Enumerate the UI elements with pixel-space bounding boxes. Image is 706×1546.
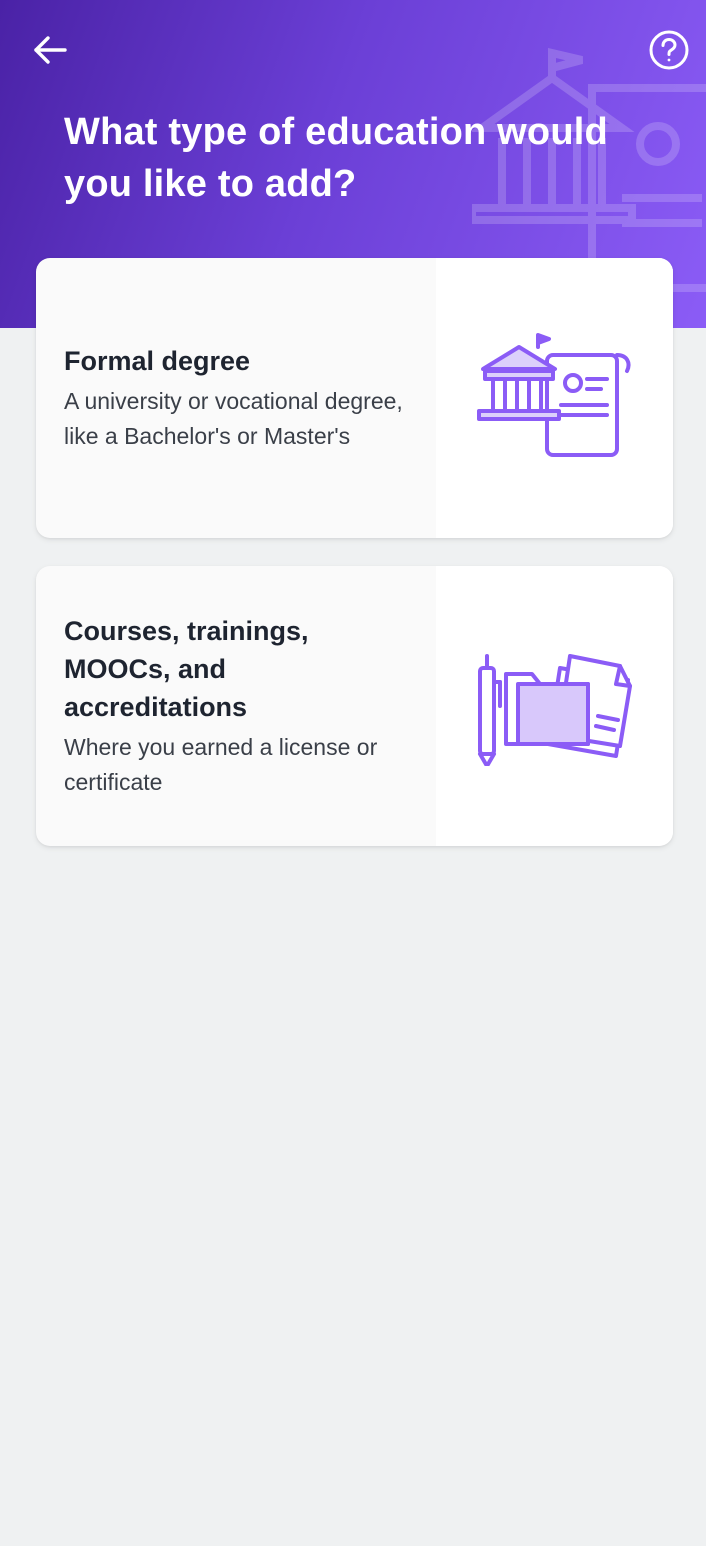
option-title: Courses, trainings, MOOCs, and accredita… xyxy=(64,616,309,722)
courses-option[interactable]: Courses, trainings, MOOCs, and accredita… xyxy=(36,566,673,846)
option-description: Where you earned a license or certificat… xyxy=(64,734,378,795)
university-diploma-icon xyxy=(476,333,631,457)
option-text: Courses, trainings, MOOCs, and accredita… xyxy=(64,566,404,846)
question-circle-icon xyxy=(649,30,689,70)
option-title: Formal degree xyxy=(64,346,251,376)
option-description: A university or vocational degree, like … xyxy=(64,388,403,449)
help-button[interactable] xyxy=(648,29,690,71)
back-button[interactable] xyxy=(30,30,70,70)
folder-documents-icon xyxy=(477,654,632,766)
option-illustration xyxy=(436,566,673,846)
option-illustration xyxy=(436,258,673,538)
page-title: What type of education would you like to… xyxy=(64,111,608,205)
formal-degree-option[interactable]: Formal degree A university or vocational… xyxy=(36,258,673,538)
option-text: Formal degree A university or vocational… xyxy=(64,258,404,538)
arrow-left-icon xyxy=(34,36,67,64)
